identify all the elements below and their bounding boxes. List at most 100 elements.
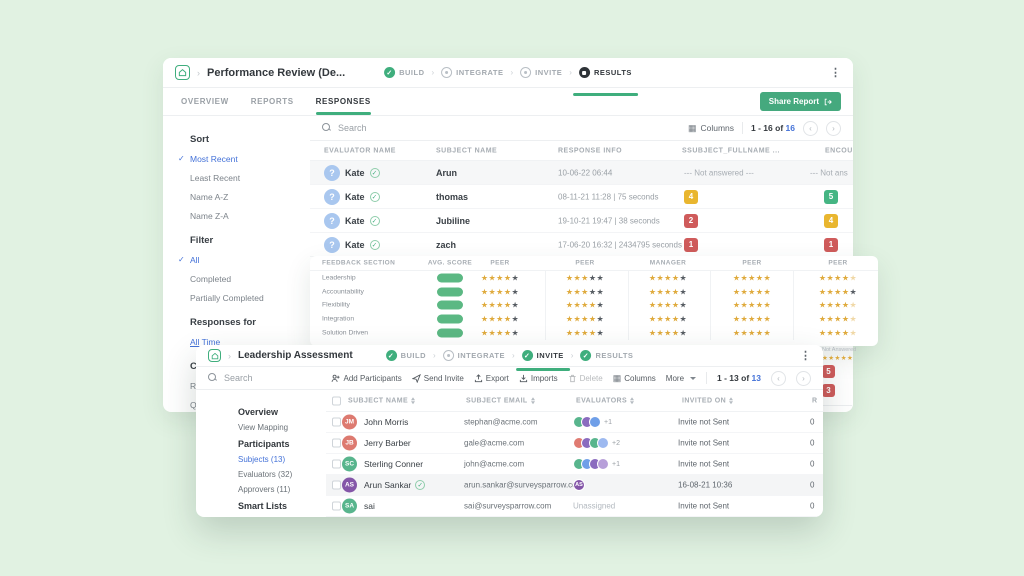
- response-row[interactable]: ?Kate✓ Arun 10-06-22 06:44 --- Not answe…: [310, 161, 853, 185]
- breadcrumb-build[interactable]: ✓BUILD: [386, 350, 426, 361]
- response-row[interactable]: ?Kate✓ thomas 08-11-21 11:28 | 75 second…: [310, 185, 853, 209]
- row-checkbox[interactable]: [332, 502, 341, 511]
- breadcrumb-integrate[interactable]: INTEGRATE: [441, 67, 503, 78]
- subject-email: stephan@acme.com: [464, 418, 538, 427]
- evaluator-avatar: ?: [324, 213, 340, 229]
- subject-avatar: JB: [342, 436, 357, 451]
- select-all-checkbox[interactable]: [332, 396, 341, 405]
- next-page-button[interactable]: ›: [826, 121, 841, 136]
- breadcrumb-integrate[interactable]: INTEGRATE: [443, 350, 505, 361]
- row-checkbox[interactable]: [332, 460, 341, 469]
- chevron-right-icon: ›: [228, 351, 231, 361]
- sort-icon[interactable]: [411, 397, 415, 405]
- export-button[interactable]: Export: [474, 374, 509, 383]
- column-header-evaluator[interactable]: EVALUATOR NAME: [324, 147, 396, 154]
- kebab-menu-icon[interactable]: ⋮: [830, 66, 841, 79]
- manager-rating: ★★★★★: [649, 329, 687, 338]
- column-header-avg-score: AVG. SCORE: [428, 260, 472, 267]
- circle-icon: [520, 67, 531, 78]
- column-header-ssubject-fullname[interactable]: SSUBJECT_FULLNAME ...: [682, 147, 780, 154]
- sort-icon[interactable]: [531, 397, 535, 405]
- delete-button[interactable]: Delete: [568, 374, 603, 383]
- evaluator-avatar: ?: [324, 237, 340, 253]
- column-header-response-info[interactable]: RESPONSE INFO: [558, 147, 622, 154]
- breadcrumb-invite-active[interactable]: ✓INVITE: [522, 350, 564, 361]
- encourage-value: --- Not ans: [810, 168, 848, 177]
- sidebar-item-evaluators[interactable]: Evaluators (32): [238, 470, 326, 479]
- sidebar-item-subjects[interactable]: Subjects (13): [238, 455, 326, 464]
- sidebar-item-overview[interactable]: Overview: [238, 407, 326, 417]
- home-icon[interactable]: [175, 65, 190, 80]
- breadcrumb-results[interactable]: ✓RESULTS: [580, 350, 633, 361]
- score-badge: 3: [822, 384, 835, 397]
- filter-option-partially-completed[interactable]: Partially Completed: [163, 293, 310, 303]
- search-input[interactable]: [338, 123, 688, 133]
- row-checkbox[interactable]: [332, 439, 341, 448]
- breadcrumb-label: BUILD: [401, 351, 426, 360]
- tab-responses[interactable]: RESPONSES: [316, 88, 371, 115]
- feedback-scores-card: FEEDBACK SECTION AVG. SCORE PEER PEER MA…: [310, 256, 878, 346]
- subject-avatar: AS: [342, 478, 357, 493]
- prev-page-button[interactable]: ‹: [803, 121, 818, 136]
- breadcrumb-invite[interactable]: INVITE: [520, 67, 562, 78]
- home-icon[interactable]: [208, 349, 221, 362]
- subject-name: Sterling Conner: [364, 459, 423, 469]
- sort-icon[interactable]: [630, 397, 634, 405]
- export-icon: [474, 374, 483, 383]
- search-input[interactable]: [224, 373, 331, 383]
- sort-option-least-recent[interactable]: Least Recent: [163, 173, 310, 183]
- columns-button[interactable]: ▦ Columns: [613, 373, 656, 384]
- breadcrumb-results-active[interactable]: RESULTS: [579, 67, 632, 78]
- tab-overview[interactable]: OVERVIEW: [181, 88, 229, 115]
- subject-row[interactable]: JB Jerry Barber gale@acme.com +2 Invite …: [326, 433, 823, 454]
- subject-row[interactable]: SC Sterling Conner john@acme.com +1 Invi…: [326, 454, 823, 475]
- invited-on: 16-08-21 10:36: [678, 481, 732, 490]
- sidebar-item-view-mapping[interactable]: View Mapping: [238, 423, 326, 432]
- row-checkbox[interactable]: [332, 481, 341, 490]
- column-header-subject-email[interactable]: SUBJECT EMAIL: [466, 397, 535, 405]
- kebab-menu-icon[interactable]: ⋮: [800, 349, 811, 362]
- feedback-row: Leadership ★★★★★ ★★★★★ ★★★★★ ★★★★★ ★★★★★: [310, 271, 878, 285]
- evaluators-cell: +2: [573, 437, 620, 449]
- response-row[interactable]: ?Kate✓ Jubiline 19-10-21 19:47 | 38 seco…: [310, 209, 853, 233]
- row-checkbox[interactable]: [332, 418, 341, 427]
- more-button[interactable]: More: [666, 374, 696, 383]
- sort-icon[interactable]: [729, 397, 733, 405]
- prev-page-button[interactable]: ‹: [771, 371, 786, 386]
- sort-option-most-recent[interactable]: ✓Most Recent: [163, 154, 310, 164]
- share-report-button[interactable]: Share Report: [760, 92, 841, 111]
- column-header-encourage[interactable]: ENCOURAG: [825, 147, 853, 154]
- filter-option-completed[interactable]: Completed: [163, 274, 310, 284]
- ssubject-value: 4: [684, 190, 698, 204]
- sort-option-name-az[interactable]: Name A-Z: [163, 192, 310, 202]
- next-page-button[interactable]: ›: [796, 371, 811, 386]
- column-header-evaluators[interactable]: EVALUATORS: [576, 397, 634, 405]
- send-invite-button[interactable]: Send Invite: [412, 374, 464, 383]
- column-header-subject[interactable]: SUBJECT NAME: [436, 147, 497, 154]
- tab-reports[interactable]: REPORTS: [251, 88, 294, 115]
- pagination-label: 1 - 16 of 16: [751, 123, 795, 133]
- subject-email: arun.sankar@surveysparrow.com: [464, 481, 583, 490]
- column-header-invited-on[interactable]: INVITED ON: [682, 397, 733, 405]
- circle-icon: [443, 350, 454, 361]
- feedback-section-label: Accountability: [322, 288, 364, 295]
- leadership-assessment-header: › Leadership Assessment ✓BUILD › INTEGRA…: [196, 345, 823, 367]
- add-participants-button[interactable]: Add Participants: [331, 374, 401, 383]
- peer-rating: ★★★★★: [819, 315, 857, 324]
- imports-button[interactable]: Imports: [519, 374, 558, 383]
- column-header-reminders[interactable]: R: [812, 397, 817, 404]
- avg-score-pill: [437, 329, 463, 338]
- filter-option-all[interactable]: ✓All: [163, 255, 310, 265]
- column-header-manager: MANAGER: [650, 260, 686, 267]
- subject-row-selected[interactable]: AS Arun Sankar✓ arun.sankar@surveysparro…: [326, 475, 823, 496]
- breadcrumb-label: RESULTS: [595, 351, 633, 360]
- response-row[interactable]: ?Kate✓ zach 17-06-20 16:32 | 2434795 sec…: [310, 233, 853, 257]
- subject-row[interactable]: SA sai sai@surveysparrow.com Unassigned …: [326, 496, 823, 517]
- breadcrumb-build[interactable]: ✓BUILD: [384, 67, 424, 78]
- subject-row[interactable]: JM John Morris stephan@acme.com +1 Invit…: [326, 412, 823, 433]
- column-header-subject-name[interactable]: SUBJECT NAME: [348, 397, 415, 405]
- sort-option-name-za[interactable]: Name Z-A: [163, 211, 310, 221]
- columns-button[interactable]: ▦Columns: [688, 123, 734, 134]
- sidebar-item-approvers[interactable]: Approvers (11): [238, 485, 326, 494]
- ssubject-value: --- Not answered ---: [684, 168, 754, 177]
